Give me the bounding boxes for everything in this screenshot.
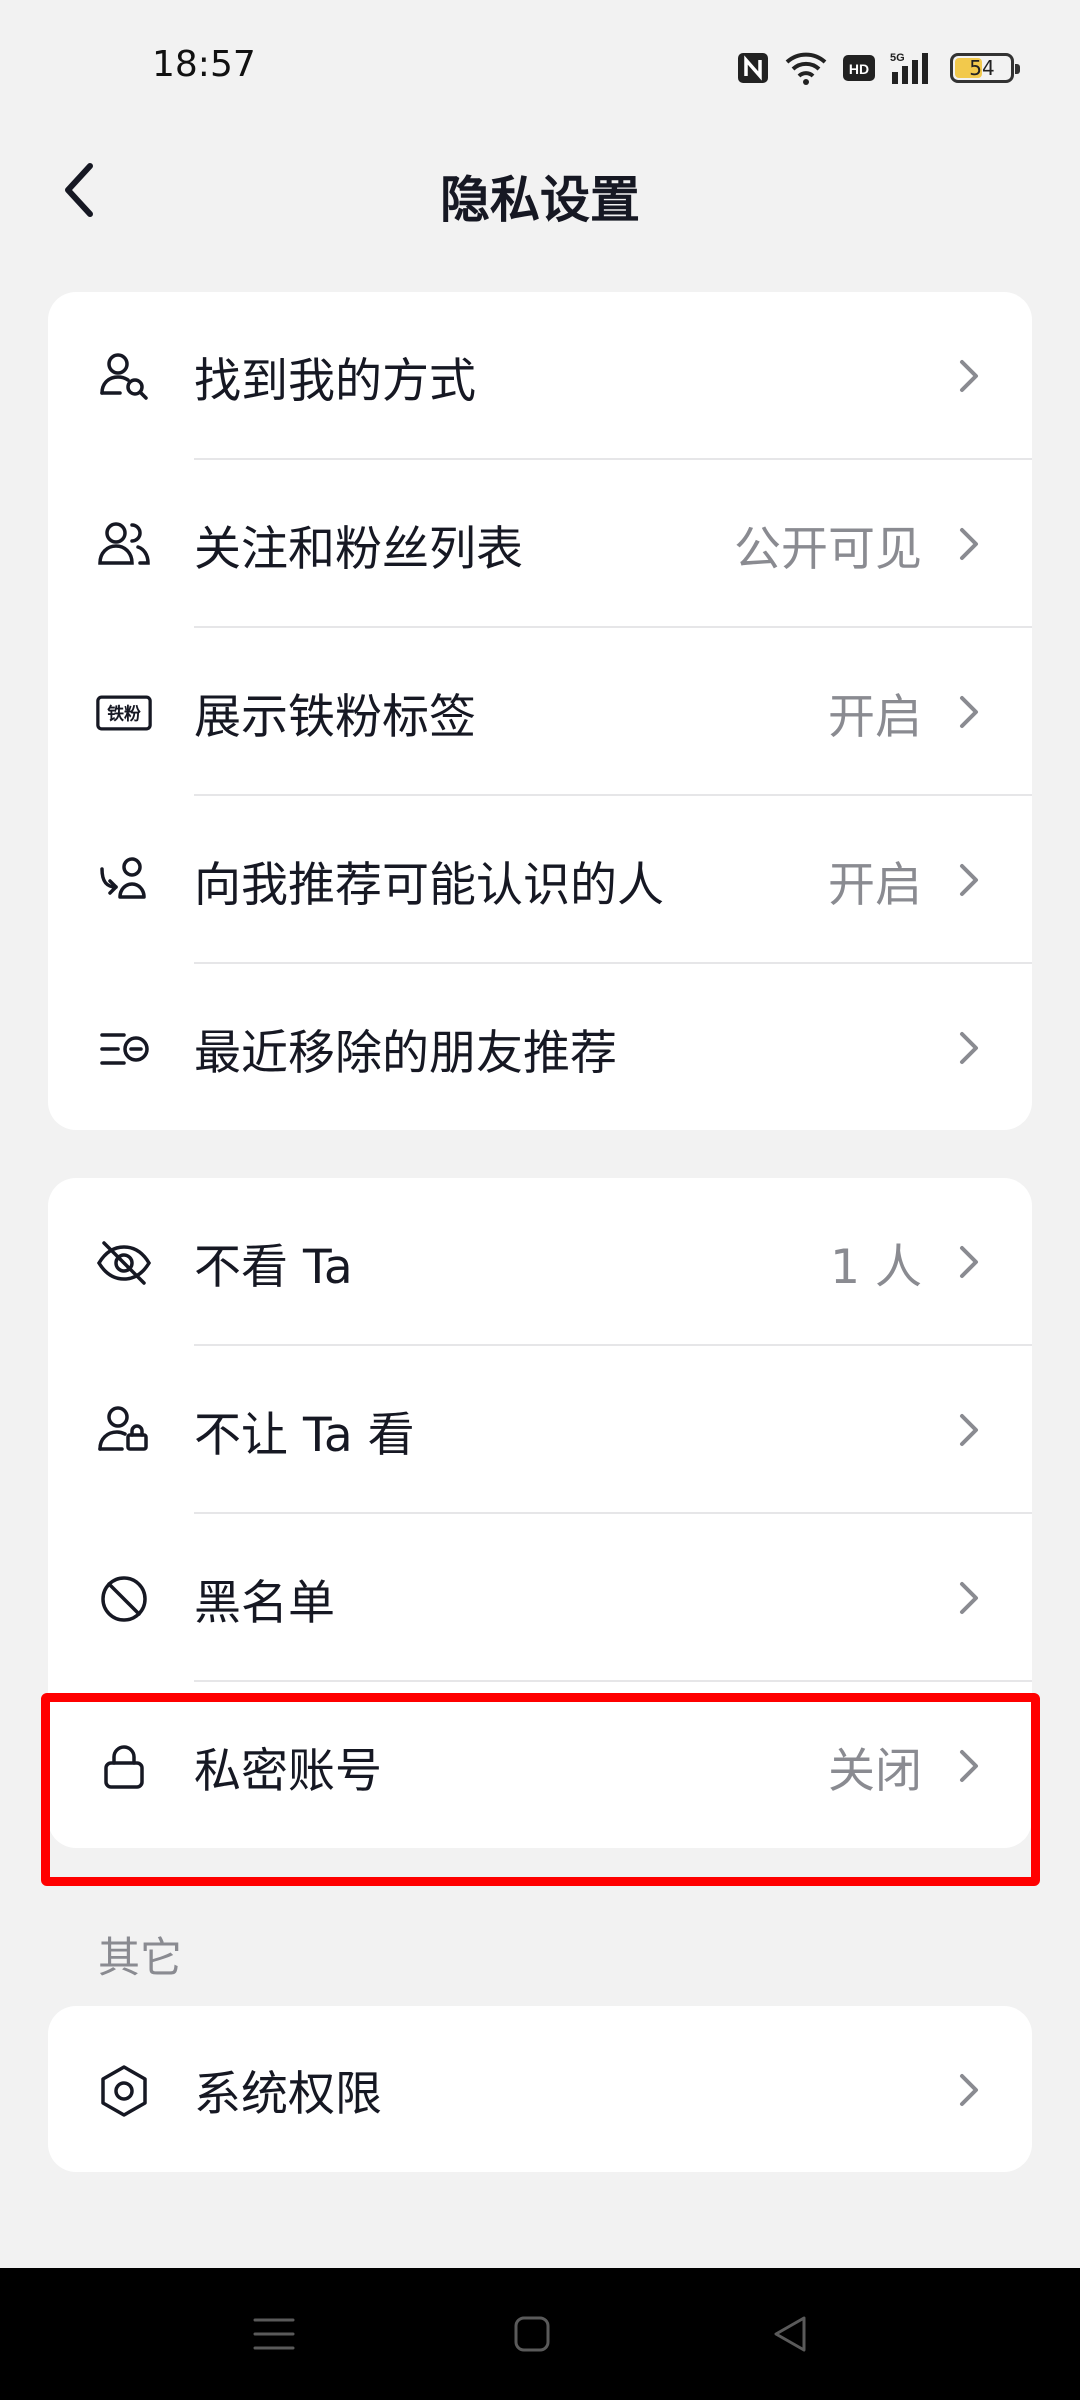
privacy-card-other: 系统权限 (48, 2006, 1032, 2172)
chevron-right-icon (960, 1582, 978, 1614)
row-not-see-ta[interactable]: 不看 Ta 1 人 (48, 1178, 1032, 1346)
chevron-right-icon (960, 360, 978, 392)
row-removed-recommend[interactable]: 最近移除的朋友推荐 (48, 964, 1032, 1130)
chevron-right-icon (960, 528, 978, 560)
status-bar: 18:57 HD 5G 54 (0, 0, 1080, 140)
row-label: 不看 Ta (194, 1239, 353, 1295)
section-label-other: 其它 (98, 1933, 183, 1982)
recommend-person-icon (96, 853, 152, 909)
badge-text: 铁粉 (107, 704, 141, 724)
row-value: 开启 (828, 689, 922, 745)
row-label: 黑名单 (194, 1575, 335, 1631)
home-button[interactable] (508, 2310, 556, 2358)
chevron-right-icon (960, 2074, 978, 2106)
nfc-icon (738, 53, 768, 83)
row-not-let-ta-see[interactable]: 不让 Ta 看 (48, 1346, 1032, 1514)
row-private-account[interactable]: 私密账号 关闭 (48, 1682, 1032, 1848)
row-value: 关闭 (828, 1743, 922, 1799)
row-value: 开启 (828, 857, 922, 913)
row-iron-fan-badge[interactable]: 铁粉 展示铁粉标签 开启 (48, 628, 1032, 796)
back-triangle-icon (774, 2316, 806, 2352)
svg-text:5G: 5G (890, 52, 905, 64)
status-icons: HD 5G 54 (736, 44, 1020, 92)
lock-icon (96, 1739, 152, 1795)
row-blacklist[interactable]: 黑名单 (48, 1514, 1032, 1682)
privacy-card-discovery: 找到我的方式 关注和粉丝列表 公开可见 铁粉 展示铁粉标签 开启 向我推荐可能认… (48, 292, 1032, 1130)
status-time: 18:57 (152, 44, 256, 85)
chevron-right-icon (960, 1246, 978, 1278)
chevron-right-icon (960, 1414, 978, 1446)
chevron-right-icon (960, 864, 978, 896)
chevron-right-icon (960, 1750, 978, 1782)
eye-slash-icon (96, 1235, 152, 1291)
row-label: 不让 Ta 看 (194, 1407, 415, 1463)
removed-list-icon (96, 1021, 152, 1077)
chevron-right-icon (960, 696, 978, 728)
page-title: 隐私设置 (440, 171, 640, 229)
menu-button[interactable] (250, 2310, 298, 2358)
row-label: 系统权限 (194, 2066, 382, 2122)
row-label: 找到我的方式 (194, 353, 476, 409)
svg-text:HD: HD (849, 61, 869, 77)
row-label: 私密账号 (194, 1743, 382, 1799)
block-icon (96, 1571, 152, 1627)
5g-signal-icon: 5G (890, 52, 928, 84)
row-label: 最近移除的朋友推荐 (194, 1025, 617, 1081)
row-system-permissions[interactable]: 系统权限 (48, 2006, 1032, 2172)
row-value: 公开可见 (734, 521, 922, 577)
row-label: 向我推荐可能认识的人 (194, 857, 664, 913)
row-label: 展示铁粉标签 (194, 689, 476, 745)
row-find-me[interactable]: 找到我的方式 (48, 292, 1032, 460)
row-recommend-people[interactable]: 向我推荐可能认识的人 开启 (48, 796, 1032, 964)
home-icon (514, 2316, 550, 2352)
person-search-icon (96, 349, 152, 405)
hd-icon: HD (843, 55, 875, 81)
iron-fan-badge-icon: 铁粉 (96, 685, 152, 741)
row-follow-fans-list[interactable]: 关注和粉丝列表 公开可见 (48, 460, 1032, 628)
people-icon (96, 517, 152, 573)
menu-icon (253, 2318, 295, 2350)
privacy-card-visibility: 不看 Ta 1 人 不让 Ta 看 黑名单 私密账号 关闭 (48, 1178, 1032, 1848)
battery-icon: 54 (950, 53, 1020, 83)
nav-bar: 隐私设置 (0, 140, 1080, 240)
row-value: 1 人 (830, 1239, 922, 1295)
hexagon-settings-icon (96, 2063, 152, 2119)
wifi-icon (785, 52, 827, 85)
back-nav-button[interactable] (766, 2310, 814, 2358)
person-lock-icon (96, 1403, 152, 1459)
system-nav-bar (0, 2268, 1080, 2400)
chevron-right-icon (960, 1032, 978, 1064)
row-label: 关注和粉丝列表 (194, 521, 523, 577)
battery-level: 54 (969, 56, 995, 80)
